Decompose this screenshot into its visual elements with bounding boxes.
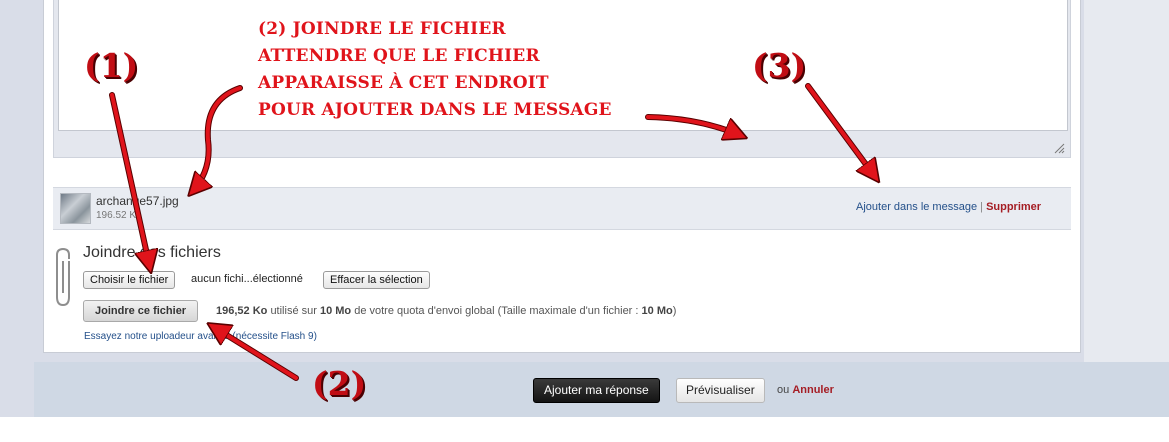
insert-in-message-link[interactable]: Ajouter dans le message bbox=[856, 201, 977, 213]
attach-files-title: Joindre des fichiers bbox=[83, 244, 221, 261]
note-line-3: APPARAISSE À CET ENDROIT bbox=[258, 73, 549, 93]
page-bottom bbox=[0, 417, 1169, 442]
or-text: ou bbox=[777, 384, 790, 396]
cancel-link[interactable]: Annuler bbox=[792, 384, 834, 396]
choose-file-button[interactable]: Choisir le fichier bbox=[83, 271, 176, 289]
delete-attachment-link[interactable]: Supprimer bbox=[986, 201, 1041, 213]
no-file-selected-text: aucun fichi...électionné bbox=[191, 273, 303, 285]
quota-max: 10 Mo bbox=[319, 305, 352, 317]
step1-label: (1) bbox=[84, 46, 139, 85]
submit-reply-button[interactable]: Ajouter ma réponse bbox=[533, 378, 660, 403]
resize-grip-icon[interactable] bbox=[1053, 142, 1065, 154]
note-line-1: (2) JOINDRE LE FICHIER bbox=[258, 19, 506, 39]
quota-text-part2: de votre quota d'envoi global (Taille ma… bbox=[354, 305, 639, 317]
attachment-filesize: 196.52 Ko bbox=[96, 210, 142, 221]
reply-page: archange57.jpg 196.52 Ko Ajouter dans le… bbox=[0, 0, 1169, 442]
max-file-size: 10 Mo bbox=[641, 305, 673, 317]
note-line-4: POUR AJOUTER DANS LE MESSAGE bbox=[258, 100, 612, 120]
cancel-group: ou Annuler bbox=[777, 384, 834, 396]
separator: | bbox=[980, 201, 983, 213]
attachment-actions: Ajouter dans le message | Supprimer bbox=[856, 201, 1041, 213]
page-background-strip bbox=[1084, 0, 1169, 362]
note-line-2: ATTENDRE QUE LE FICHIER bbox=[258, 46, 540, 66]
step3-label: (3) bbox=[752, 46, 807, 85]
flash-uploader-link[interactable]: Essayez notre uploadeur avancé (nécessit… bbox=[84, 331, 317, 342]
paperclip-icon bbox=[56, 247, 70, 307]
quota-text: 196,52 Ko utilisé sur 10 Mo de votre quo… bbox=[216, 305, 676, 317]
step2-label: (2) bbox=[312, 364, 367, 403]
quota-text-part1: utilisé sur bbox=[270, 305, 317, 317]
preview-button[interactable]: Prévisualiser bbox=[676, 378, 765, 403]
clear-selection-button[interactable]: Effacer la sélection bbox=[323, 271, 430, 289]
image-thumbnail bbox=[60, 193, 91, 224]
attachment-filename: archange57.jpg bbox=[96, 194, 179, 208]
attach-file-button[interactable]: Joindre ce fichier bbox=[83, 300, 199, 322]
quota-text-part3: ) bbox=[672, 305, 677, 317]
quota-used: 196,52 Ko bbox=[216, 305, 268, 317]
